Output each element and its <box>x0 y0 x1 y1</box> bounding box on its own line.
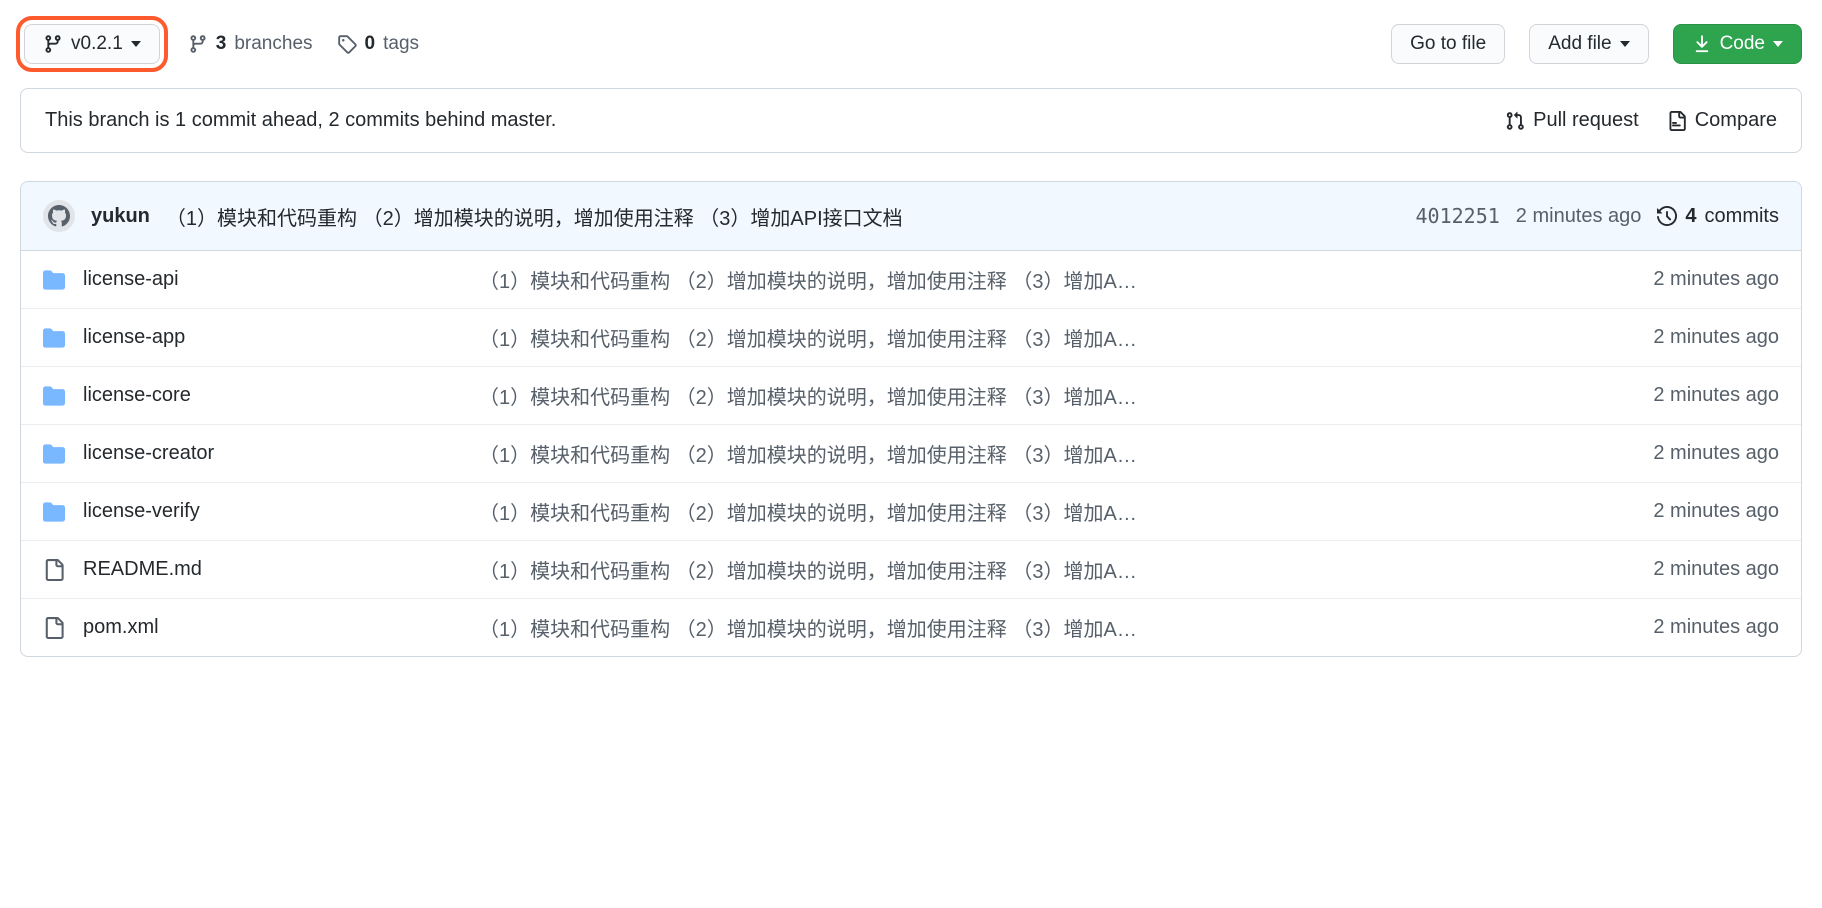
file-commit-message[interactable]: （1）模块和代码重构 （2）增加模块的说明，增加使用注释 （3）增加A… <box>479 613 1583 642</box>
file-commit-time: 2 minutes ago <box>1599 558 1779 581</box>
avatar[interactable] <box>43 200 75 232</box>
file-row: license-core （1）模块和代码重构 （2）增加模块的说明，增加使用注释… <box>21 367 1801 425</box>
file-listing: yukun （1）模块和代码重构 （2）增加模块的说明，增加使用注释 （3）增加… <box>20 181 1802 657</box>
file-diff-icon <box>1667 111 1687 131</box>
code-button[interactable]: Code <box>1673 24 1802 64</box>
file-row: README.md （1）模块和代码重构 （2）增加模块的说明，增加使用注释 （3… <box>21 541 1801 599</box>
branches-label: branches <box>234 33 312 55</box>
folder-icon <box>43 327 65 349</box>
git-pull-request-icon <box>1505 111 1525 131</box>
commit-time: 2 minutes ago <box>1516 205 1642 228</box>
download-icon <box>1692 34 1712 54</box>
branch-name: v0.2.1 <box>71 33 123 55</box>
code-label: Code <box>1720 33 1765 55</box>
caret-down-icon <box>131 41 141 47</box>
file-commit-message[interactable]: （1）模块和代码重构 （2）增加模块的说明，增加使用注释 （3）增加A… <box>479 323 1583 352</box>
latest-commit-header: yukun （1）模块和代码重构 （2）增加模块的说明，增加使用注释 （3）增加… <box>21 182 1801 251</box>
commits-link[interactable]: 4 commits <box>1657 205 1779 228</box>
add-file-label: Add file <box>1548 33 1611 55</box>
file-commit-message[interactable]: （1）模块和代码重构 （2）增加模块的说明，增加使用注释 （3）增加A… <box>479 265 1583 294</box>
tags-count: 0 <box>365 33 376 55</box>
github-logo-icon <box>48 205 70 227</box>
file-name-link[interactable]: pom.xml <box>83 616 159 639</box>
file-name-link[interactable]: license-app <box>83 326 185 349</box>
commits-label: commits <box>1705 205 1779 228</box>
history-icon <box>1657 206 1677 226</box>
file-commit-time: 2 minutes ago <box>1599 326 1779 349</box>
commit-author[interactable]: yukun <box>91 205 150 228</box>
file-commit-time: 2 minutes ago <box>1599 442 1779 465</box>
file-name-link[interactable]: license-verify <box>83 500 200 523</box>
compare-label: Compare <box>1695 109 1777 132</box>
file-name-link[interactable]: license-core <box>83 384 191 407</box>
file-commit-time: 2 minutes ago <box>1599 384 1779 407</box>
caret-down-icon <box>1773 41 1783 47</box>
branch-comparison-banner: This branch is 1 commit ahead, 2 commits… <box>20 88 1802 153</box>
caret-down-icon <box>1620 41 1630 47</box>
file-commit-time: 2 minutes ago <box>1599 616 1779 639</box>
tags-link[interactable]: 0 tags <box>337 33 420 55</box>
file-name-link[interactable]: README.md <box>83 558 202 581</box>
folder-icon <box>43 501 65 523</box>
file-name-link[interactable]: license-creator <box>83 442 214 465</box>
file-row: license-verify （1）模块和代码重构 （2）增加模块的说明，增加使用… <box>21 483 1801 541</box>
git-branch-icon <box>43 34 63 54</box>
file-row: license-creator （1）模块和代码重构 （2）增加模块的说明，增加使… <box>21 425 1801 483</box>
branch-status-text: This branch is 1 commit ahead, 2 commits… <box>45 109 556 132</box>
file-commit-message[interactable]: （1）模块和代码重构 （2）增加模块的说明，增加使用注释 （3）增加A… <box>479 381 1583 410</box>
file-row: license-app （1）模块和代码重构 （2）增加模块的说明，增加使用注释 … <box>21 309 1801 367</box>
folder-icon <box>43 269 65 291</box>
file-icon <box>43 559 65 581</box>
file-commit-message[interactable]: （1）模块和代码重构 （2）增加模块的说明，增加使用注释 （3）增加A… <box>479 439 1583 468</box>
file-commit-time: 2 minutes ago <box>1599 500 1779 523</box>
file-commit-time: 2 minutes ago <box>1599 268 1779 291</box>
go-to-file-button[interactable]: Go to file <box>1391 24 1505 64</box>
commit-sha[interactable]: 4012251 <box>1415 204 1499 228</box>
add-file-button[interactable]: Add file <box>1529 24 1648 64</box>
pull-request-label: Pull request <box>1533 109 1639 132</box>
branch-select-button[interactable]: v0.2.1 <box>24 24 160 64</box>
file-commit-message[interactable]: （1）模块和代码重构 （2）增加模块的说明，增加使用注释 （3）增加A… <box>479 497 1583 526</box>
file-row: pom.xml （1）模块和代码重构 （2）增加模块的说明，增加使用注释 （3）增… <box>21 599 1801 656</box>
commit-message[interactable]: （1）模块和代码重构 （2）增加模块的说明，增加使用注释 （3）增加API接口文… <box>166 202 1400 231</box>
folder-icon <box>43 443 65 465</box>
folder-icon <box>43 385 65 407</box>
file-row: license-api （1）模块和代码重构 （2）增加模块的说明，增加使用注释 … <box>21 251 1801 309</box>
tags-label: tags <box>383 33 419 55</box>
commits-count: 4 <box>1685 205 1696 228</box>
pull-request-link[interactable]: Pull request <box>1505 109 1639 132</box>
file-name-link[interactable]: license-api <box>83 268 179 291</box>
file-icon <box>43 617 65 639</box>
branches-count: 3 <box>216 33 227 55</box>
branches-link[interactable]: 3 branches <box>188 33 313 55</box>
tag-icon <box>337 34 357 54</box>
compare-link[interactable]: Compare <box>1667 109 1777 132</box>
file-commit-message[interactable]: （1）模块和代码重构 （2）增加模块的说明，增加使用注释 （3）增加A… <box>479 555 1583 584</box>
git-branch-icon <box>188 34 208 54</box>
repo-toolbar: v0.2.1 3 branches 0 tags Go to file Add … <box>20 20 1802 68</box>
